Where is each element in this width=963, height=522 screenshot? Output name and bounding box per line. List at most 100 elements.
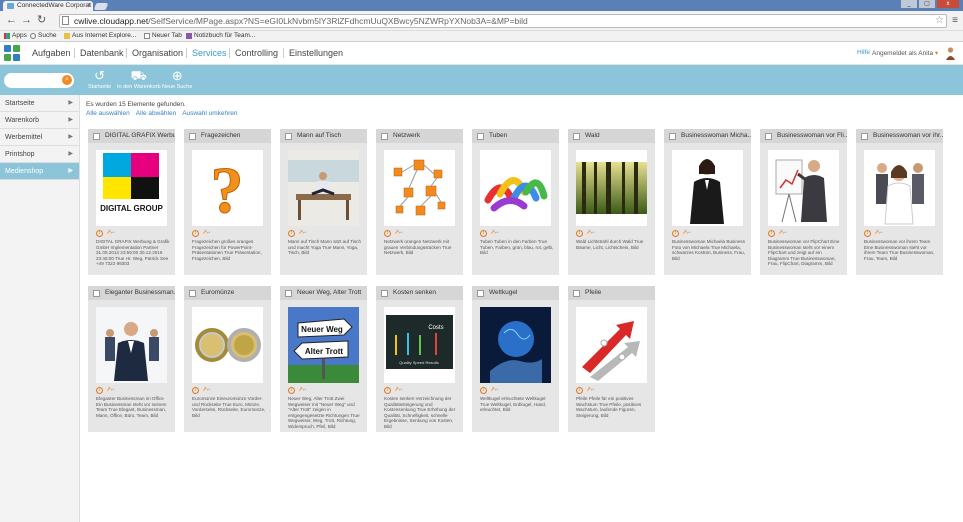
- info-circle-icon[interactable]: i: [192, 387, 199, 394]
- tool-neue-suche[interactable]: ⊕ Neue Suche: [162, 69, 192, 91]
- media-card[interactable]: Mann auf Tisch i ↗⌐ Mann auf Tisch Mann sit…: [280, 129, 367, 275]
- download-arrow-icon[interactable]: ↗⌐: [202, 230, 211, 237]
- media-card[interactable]: Euromünze i ↗⌐ Euromünze Eineuromünze Vorde…: [184, 286, 271, 432]
- media-thumbnail[interactable]: ?: [192, 150, 263, 226]
- select-checkbox[interactable]: [285, 290, 292, 297]
- sidebar-item-medienshop[interactable]: Medienshop ▶: [0, 163, 79, 180]
- tool-startseite[interactable]: ↺ Startseite: [88, 69, 111, 91]
- bookmark-apps[interactable]: Apps: [4, 32, 27, 39]
- media-thumbnail[interactable]: Neuer Weg Alter Trott: [288, 307, 359, 383]
- media-thumbnail[interactable]: [96, 307, 167, 383]
- maximize-button[interactable]: ▢: [919, 0, 935, 8]
- info-circle-icon[interactable]: i: [576, 387, 583, 394]
- reload-icon[interactable]: ↻: [37, 15, 46, 26]
- nav-organisation[interactable]: Organisation: [132, 48, 183, 58]
- browser-menu-icon[interactable]: ≡: [952, 15, 958, 26]
- media-card[interactable]: Netzwerk i ↗⌐ Netzwerk orangen Netzwerk mit…: [376, 129, 463, 275]
- bookmark-neuer-tab[interactable]: Neuer Tab: [144, 32, 182, 39]
- media-card[interactable]: Weltkugel i ↗⌐ Weltkugel erleuchtete Weltku…: [472, 286, 559, 432]
- media-card[interactable]: Wald i ↗⌐ Wald Lichtstrahl durch Wald True …: [568, 129, 655, 275]
- media-card[interactable]: Neuer Weg, Alter Trott Neuer Weg Alter Tro…: [280, 286, 367, 432]
- select-checkbox[interactable]: [573, 133, 580, 140]
- select-checkbox[interactable]: [189, 290, 196, 297]
- download-arrow-icon[interactable]: ↗⌐: [874, 230, 883, 237]
- nav-datenbank[interactable]: Datenbank: [80, 48, 124, 58]
- bookmark-star-icon[interactable]: ☆: [935, 15, 944, 26]
- media-thumbnail[interactable]: [768, 150, 839, 226]
- info-circle-icon[interactable]: i: [480, 230, 487, 237]
- media-thumbnail[interactable]: [384, 150, 455, 226]
- select-checkbox[interactable]: [285, 133, 292, 140]
- media-thumbnail[interactable]: [576, 307, 647, 383]
- info-circle-icon[interactable]: i: [96, 387, 103, 394]
- media-card[interactable]: Pfeile i ↗⌐ Pfeile Pfeile für ein positives…: [568, 286, 655, 432]
- download-arrow-icon[interactable]: ↗⌐: [394, 230, 403, 237]
- media-card[interactable]: Fragezeichen? i ↗⌐ Fragezeichen großes oran…: [184, 129, 271, 275]
- media-thumbnail[interactable]: [576, 150, 647, 226]
- info-circle-icon[interactable]: i: [288, 387, 295, 394]
- media-thumbnail[interactable]: [480, 307, 551, 383]
- download-arrow-icon[interactable]: ↗⌐: [298, 387, 307, 394]
- media-card[interactable]: Businesswoman Micha... i ↗⌐ Businesswoman M…: [664, 129, 751, 275]
- forward-arrow-icon[interactable]: →: [21, 15, 32, 26]
- select-checkbox[interactable]: [765, 133, 772, 140]
- deselect-all-link[interactable]: Alle abwählen: [136, 110, 176, 117]
- info-circle-icon[interactable]: i: [768, 230, 775, 237]
- info-circle-icon[interactable]: i: [384, 230, 391, 237]
- download-arrow-icon[interactable]: ↗⌐: [298, 230, 307, 237]
- download-arrow-icon[interactable]: ↗⌐: [682, 230, 691, 237]
- select-checkbox[interactable]: [381, 133, 388, 140]
- media-card[interactable]: Kosten senken Costs Quality Speed Results i…: [376, 286, 463, 432]
- nav-services[interactable]: Services: [192, 48, 227, 58]
- sidebar-item-printshop[interactable]: Printshop ▶: [0, 146, 79, 163]
- info-circle-icon[interactable]: i: [672, 230, 679, 237]
- select-checkbox[interactable]: [381, 290, 388, 297]
- download-arrow-icon[interactable]: ↗⌐: [106, 230, 115, 237]
- select-checkbox[interactable]: [93, 290, 100, 297]
- info-circle-icon[interactable]: i: [96, 230, 103, 237]
- select-checkbox[interactable]: [477, 290, 484, 297]
- media-thumbnail[interactable]: [672, 150, 743, 226]
- media-thumbnail[interactable]: [192, 307, 263, 383]
- select-checkbox[interactable]: [477, 133, 484, 140]
- bookmark-notizbuch[interactable]: Notizbuch für Team...: [186, 32, 255, 39]
- sidebar-item-werbemittel[interactable]: Werbemittel ▶: [0, 129, 79, 146]
- download-arrow-icon[interactable]: ↗⌐: [586, 230, 595, 237]
- select-checkbox[interactable]: [189, 133, 196, 140]
- media-thumbnail[interactable]: Costs Quality Speed Results: [384, 307, 455, 383]
- user-avatar[interactable]: [945, 46, 956, 60]
- download-arrow-icon[interactable]: ↗⌐: [394, 387, 403, 394]
- media-card[interactable]: Eleganter Businessman... i ↗⌐ Eleganter Bus…: [88, 286, 175, 432]
- media-card[interactable]: DIGITAL GRAFIX Werbu... DIGITAL GROUP i ↗⌐ D…: [88, 129, 175, 275]
- media-card[interactable]: Businesswoman vor ihr... i ↗⌐ Businesswoman…: [856, 129, 943, 275]
- app-logo-icon[interactable]: [4, 45, 21, 62]
- media-card[interactable]: Tuben i ↗⌐ Tuben Tuben in den Farben True T…: [472, 129, 559, 275]
- bookmark-suche[interactable]: Suche: [30, 32, 56, 39]
- nav-aufgaben[interactable]: Aufgaben: [32, 48, 71, 58]
- info-circle-icon[interactable]: i: [192, 230, 199, 237]
- download-arrow-icon[interactable]: ↗⌐: [490, 387, 499, 394]
- media-thumbnail[interactable]: DIGITAL GROUP: [96, 150, 167, 226]
- download-arrow-icon[interactable]: ↗⌐: [202, 387, 211, 394]
- info-circle-icon[interactable]: i: [480, 387, 487, 394]
- info-circle-icon[interactable]: i: [576, 230, 583, 237]
- nav-einstellungen[interactable]: Einstellungen: [289, 48, 343, 58]
- download-arrow-icon[interactable]: ↗⌐: [586, 387, 595, 394]
- download-arrow-icon[interactable]: ↗⌐: [106, 387, 115, 394]
- tab-close-icon[interactable]: ✕: [87, 2, 92, 9]
- download-arrow-icon[interactable]: ↗⌐: [490, 230, 499, 237]
- media-thumbnail[interactable]: [480, 150, 551, 226]
- media-thumbnail[interactable]: [288, 150, 359, 226]
- select-all-link[interactable]: Alle auswählen: [86, 110, 130, 117]
- browser-tab[interactable]: ConnectedWare Corporat ✕: [3, 1, 93, 11]
- invert-selection-link[interactable]: Auswahl umkehren: [182, 110, 237, 117]
- sidebar-item-warenkorb[interactable]: Warenkorb ▶: [0, 112, 79, 129]
- nav-controlling[interactable]: Controlling: [235, 48, 278, 58]
- help-link[interactable]: Hilfe: [857, 49, 870, 56]
- select-checkbox[interactable]: [93, 133, 100, 140]
- minimize-button[interactable]: _: [901, 0, 917, 8]
- info-circle-icon[interactable]: i: [864, 230, 871, 237]
- search-button[interactable]: ⌕: [62, 75, 72, 85]
- url-input[interactable]: cwlive.cloudapp.net/SelfService/MPage.as…: [59, 14, 947, 28]
- select-checkbox[interactable]: [669, 133, 676, 140]
